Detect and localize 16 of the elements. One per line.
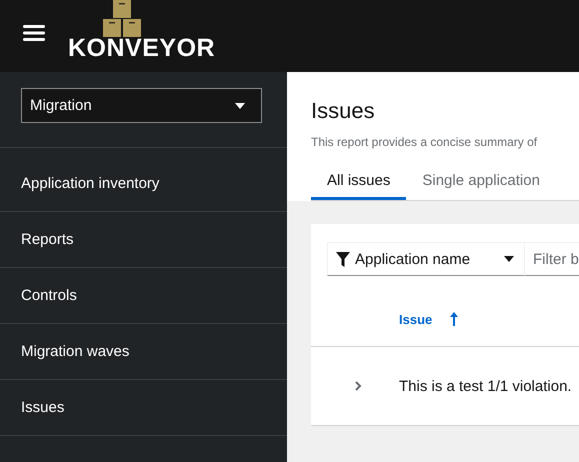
filter-input[interactable]: Filter b [525, 242, 579, 276]
caret-icon [235, 102, 245, 108]
page-description: This report provides a concise summary of [311, 134, 538, 150]
column-header[interactable]: Issue [399, 312, 458, 326]
menu-icon[interactable] [23, 24, 45, 42]
tab[interactable]: Single application [406, 164, 556, 200]
tab[interactable]: All issues [311, 164, 406, 200]
boxes-icon [102, 0, 141, 37]
page-title: Issues [311, 97, 376, 125]
expand-toggle[interactable] [355, 381, 362, 391]
filter-dropdown[interactable]: Application name [327, 242, 525, 276]
filter-icon [336, 252, 350, 266]
perspective-dropdown[interactable]: Migration [21, 88, 262, 123]
table-cell-text: This is a test 1/1 violation. [399, 378, 573, 394]
logo-text: KONVEYOR [68, 37, 216, 59]
caret-icon [504, 256, 514, 262]
